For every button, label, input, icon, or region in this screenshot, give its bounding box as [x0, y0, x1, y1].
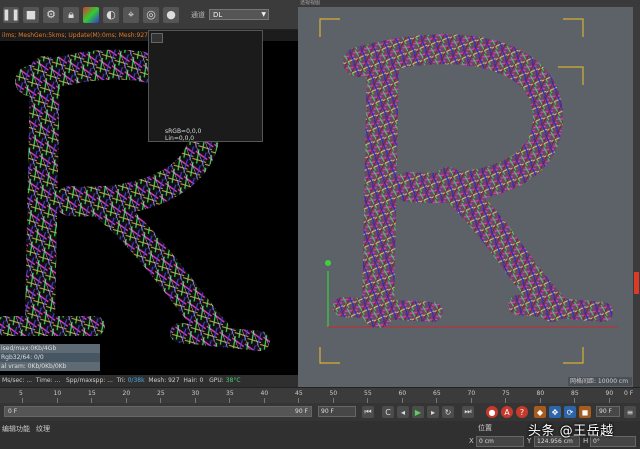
timeline-tick-label: 70 — [467, 390, 476, 397]
viewport-side-scrollbar[interactable] — [633, 7, 640, 387]
mem-used: ised/max:0Kb/4Gb — [0, 344, 100, 353]
timeline-tick-label: 80 — [536, 390, 545, 397]
go-to-start-button[interactable]: ⏮ — [362, 406, 374, 418]
timeline-tick-label: 25 — [157, 390, 165, 397]
globe-icon[interactable]: ◐ — [103, 6, 119, 23]
tri-label: Tri: — [116, 377, 128, 384]
rgb-buffers: Rgb32/64: 0/0 — [0, 353, 100, 362]
timeline-current-frame: 0 F — [624, 390, 634, 397]
tri-value: 0/38k — [127, 377, 145, 384]
scale-key-icon[interactable]: ◼ — [579, 406, 591, 418]
timeline-tick-label: 20 — [122, 390, 131, 397]
color-swatch — [151, 33, 163, 43]
x-position-field[interactable]: 0 cm — [476, 436, 524, 447]
gpu-temp: 38°C — [225, 377, 241, 384]
sphere-icon[interactable]: ● — [163, 6, 179, 23]
y-axis-handle — [325, 260, 331, 266]
timeline-tick-label: 65 — [433, 390, 441, 397]
lin-value: Lin=0,0,0 — [165, 135, 195, 142]
menu-edit[interactable]: 编辑 — [2, 424, 16, 434]
timeline-tick-label: 50 — [329, 390, 338, 397]
grid-spacing-label: 网格间距: 10000 cm — [568, 377, 632, 386]
go-to-end-button[interactable]: ⏭ — [462, 406, 474, 418]
x-axis-label: X — [469, 437, 474, 445]
ms-per-sec: Ms/sec: ... — [2, 377, 33, 384]
menu-function[interactable]: 功能 — [16, 424, 30, 434]
render-memory-stats: ised/max:0Kb/4Gb Rgb32/64: 0/0 al vram: … — [0, 344, 100, 376]
timeline-ruler[interactable]: 5 10 15 20 25 30 35 40 45 50 55 60 65 70 75 80 85 90 0 F — [0, 387, 640, 404]
channel-select[interactable]: DL ▼ — [209, 9, 269, 20]
target-icon[interactable]: ◎ — [143, 6, 159, 23]
move-key-icon[interactable]: ✥ — [549, 406, 561, 418]
key-selection-icon[interactable]: ◆ — [534, 406, 546, 418]
chevron-down-icon: ▼ — [261, 11, 266, 18]
timeline-tick-label: 85 — [571, 390, 579, 397]
timeline-menu-icon[interactable]: ≡ — [624, 406, 636, 418]
position-title: 位置 — [478, 424, 492, 432]
timeline-tick-label: 55 — [364, 390, 372, 397]
timeline-tick-label: 60 — [398, 390, 407, 397]
timeline-tick-label: 30 — [191, 390, 200, 397]
pause-icon[interactable]: ❚❚ — [2, 6, 20, 23]
loop-button[interactable]: ↻ — [442, 406, 454, 418]
watermark: 头条 @王岳越 — [528, 424, 614, 439]
pin-icon[interactable]: ⌖ — [123, 6, 139, 23]
spp-count: Spp/maxspp: ... — [66, 377, 113, 384]
end-frame-field[interactable]: 90 F — [318, 406, 356, 417]
render-toolbar: ❚❚ ■ ⚙ 🔒︎ ◐ ⌖ ◎ ● 通道 DL ▼ — [0, 0, 298, 30]
hair-count: Hair: 0 — [183, 377, 204, 384]
gpu-label: GPU: — [209, 377, 224, 384]
transport-bar: 0 F 90 F 90 F ⏮ C ◂ ▶ ▸ ↻ ⏭ ● A ? ◆ ✥ ⟳ … — [0, 403, 640, 421]
stop-icon[interactable]: ■ — [23, 6, 39, 23]
step-forward-button[interactable]: ▸ — [427, 406, 439, 418]
timeline-tick-label: 5 — [19, 390, 23, 397]
record-button[interactable]: C — [382, 406, 394, 418]
perspective-view-header: 透视视图 — [298, 0, 640, 7]
color-picker-popup: sRGB=0,0,0 Lin=0,0,0 — [148, 30, 263, 142]
timeline-tick-label: 40 — [260, 390, 269, 397]
timeline-tick-label: 75 — [502, 390, 510, 397]
settings-icon[interactable]: ⚙ — [43, 6, 59, 23]
keyframe-icon[interactable]: ? — [516, 406, 528, 418]
color-swatch-icon[interactable] — [83, 6, 99, 23]
step-back-button[interactable]: ◂ — [397, 406, 409, 418]
timeline-tick-label: 45 — [295, 390, 303, 397]
channel-label: 通道 — [191, 10, 205, 19]
timeline-tick-label: 35 — [226, 390, 234, 397]
frame-range-slider[interactable]: 0 F 90 F — [4, 406, 312, 417]
mesh-count: Mesh: 927 — [148, 377, 180, 384]
scroll-marker — [634, 272, 639, 294]
range-end: 90 F — [295, 408, 308, 415]
timeline-tick-label: 15 — [88, 390, 96, 397]
record-key-icon[interactable]: ● — [486, 406, 498, 418]
channel-value: DL — [213, 10, 223, 19]
menu-texture[interactable]: 纹理 — [36, 424, 50, 434]
render-info-bar: Ms/sec: ... Time: ... Spp/maxspp: ... Tr… — [0, 375, 298, 387]
perspective-viewport[interactable] — [298, 7, 633, 387]
lock-icon[interactable]: 🔒︎ — [63, 6, 79, 23]
render-time: Time: ... — [35, 377, 61, 384]
fps-field[interactable]: 90 F — [596, 406, 620, 417]
viewport-letter-r-image — [319, 18, 618, 364]
total-vram: al vram: 0Kb/0Kb/0Kb — [0, 362, 100, 371]
srgb-value: sRGB=0,0,0 — [165, 128, 202, 135]
rotate-key-icon[interactable]: ⟳ — [564, 406, 576, 418]
range-start: 0 F — [8, 408, 18, 415]
play-button[interactable]: ▶ — [412, 406, 424, 418]
timeline-tick-label: 90 — [605, 390, 614, 397]
autokey-icon[interactable]: A — [501, 406, 513, 418]
timeline-tick-label: 10 — [53, 390, 62, 397]
